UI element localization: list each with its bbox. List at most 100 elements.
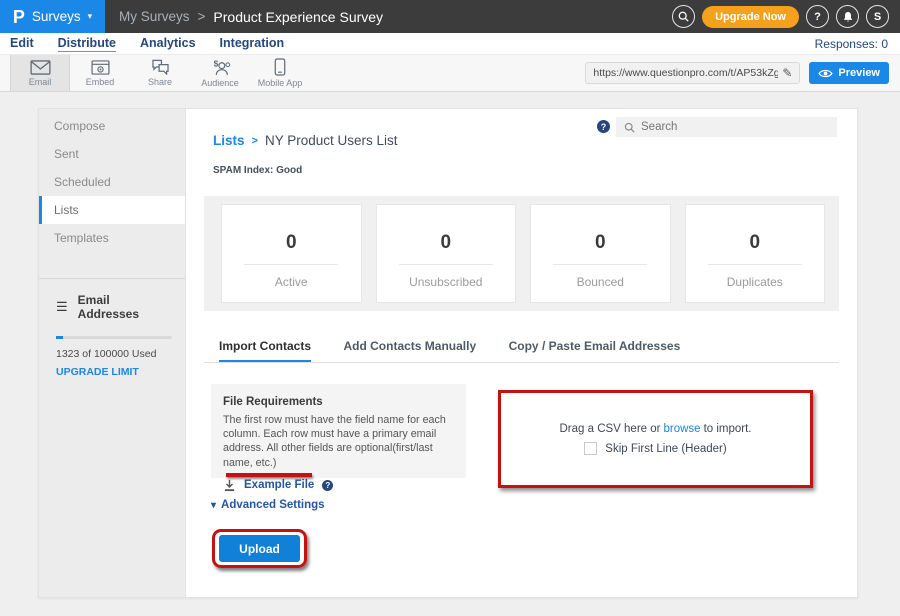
contact-tabs: Import Contacts Add Contacts Manually Co…	[204, 337, 839, 363]
bell-icon	[842, 11, 854, 23]
sidebar-item-sent[interactable]: Sent	[39, 140, 185, 168]
avatar-initial: S	[874, 11, 881, 23]
survey-url-box: ✎	[585, 62, 800, 84]
embed-icon	[91, 60, 110, 75]
divider	[399, 264, 493, 265]
stat-value: 0	[749, 232, 760, 254]
search-button[interactable]	[672, 5, 695, 28]
divider	[553, 264, 647, 265]
edit-url-icon[interactable]: ✎	[782, 67, 792, 79]
nav-item-edit[interactable]: Edit	[10, 36, 34, 51]
channel-label: Audience	[201, 78, 239, 88]
sidebar-item-scheduled[interactable]: Scheduled	[39, 168, 185, 196]
main-panel: Compose Sent Scheduled Lists Templates ☰…	[38, 108, 858, 598]
skip-first-line-checkbox[interactable]	[584, 442, 597, 455]
file-requirements-body: The first row must have the field name f…	[223, 413, 454, 470]
browse-link[interactable]: browse	[663, 423, 700, 435]
stat-card-duplicates: 0 Duplicates	[685, 204, 826, 303]
preview-button[interactable]: Preview	[809, 62, 889, 84]
notifications-button[interactable]	[836, 5, 859, 28]
usage-text: 1323 of 100000 Used	[56, 348, 172, 360]
stat-value: 0	[286, 232, 297, 254]
usage-progress-fill	[56, 336, 63, 339]
toolbar-right: ✎ Preview	[585, 55, 900, 91]
sidebar-item-lists[interactable]: Lists	[39, 196, 185, 224]
usage-progress-bar	[56, 336, 172, 339]
lists-link[interactable]: Lists	[213, 133, 245, 148]
sidebar-item-compose[interactable]: Compose	[39, 112, 185, 140]
upload-button[interactable]: Upload	[219, 535, 300, 562]
sidebar-item-templates[interactable]: Templates	[39, 224, 185, 252]
distribute-toolbar: Email Embed Share $ Audience Mobile A	[0, 55, 900, 92]
product-menu-label: Surveys	[32, 9, 81, 24]
divider	[708, 264, 802, 265]
stat-label: Unsubscribed	[409, 275, 482, 289]
file-requirements-title: File Requirements	[223, 396, 454, 408]
email-addresses-title: Email Addresses	[78, 293, 172, 321]
breadcrumb-separator: >	[198, 9, 206, 24]
nav-item-integration[interactable]: Integration	[220, 36, 285, 51]
topbar: P Surveys ▾ My Surveys > Product Experie…	[0, 0, 900, 33]
surveys-product-menu[interactable]: P Surveys ▾	[0, 0, 105, 33]
nav-item-analytics[interactable]: Analytics	[140, 36, 196, 51]
breadcrumb-separator: >	[252, 135, 258, 147]
list-detail-content: Lists > NY Product Users List ? SPAM Ind…	[186, 109, 857, 597]
search-icon	[624, 122, 635, 133]
channel-share[interactable]: Share	[130, 55, 190, 91]
spam-index: SPAM Index: Good	[213, 165, 302, 176]
email-addresses-header: ☰ Email Addresses	[56, 293, 172, 321]
email-addresses-section: ☰ Email Addresses 1323 of 100000 Used UP…	[39, 278, 185, 378]
stat-card-unsubscribed: 0 Unsubscribed	[376, 204, 517, 303]
stat-value: 0	[440, 232, 451, 254]
channel-audience[interactable]: $ Audience	[190, 55, 250, 91]
help-icon[interactable]: ?	[322, 480, 333, 491]
channel-embed[interactable]: Embed	[70, 55, 130, 91]
file-requirements-box: File Requirements The first row must hav…	[211, 384, 466, 478]
survey-nav: Edit Distribute Analytics Integration Re…	[0, 33, 900, 55]
channel-label: Email	[29, 77, 52, 87]
skip-first-line-row: Skip First Line (Header)	[584, 442, 726, 455]
page-title: Product Experience Survey	[213, 9, 383, 25]
breadcrumb-parent[interactable]: My Surveys	[119, 9, 190, 24]
search-input[interactable]	[641, 121, 829, 133]
survey-url-input[interactable]	[593, 67, 778, 79]
csv-dropzone[interactable]: Drag a CSV here orbrowseto import. Skip …	[501, 393, 810, 485]
upgrade-limit-link[interactable]: UPGRADE LIMIT	[56, 366, 172, 378]
responses-count[interactable]: Responses: 0	[815, 37, 888, 51]
svg-text:$: $	[214, 59, 219, 68]
stat-label: Duplicates	[727, 275, 783, 289]
stat-card-bounced: 0 Bounced	[530, 204, 671, 303]
sidebar-items: Compose Sent Scheduled Lists Templates	[39, 109, 185, 252]
divider	[244, 264, 338, 265]
help-button[interactable]: ?	[806, 5, 829, 28]
dropzone-text: Drag a CSV here orbrowseto import.	[559, 423, 751, 435]
nav-item-distribute[interactable]: Distribute	[58, 36, 116, 52]
tab-add-contacts-manually[interactable]: Add Contacts Manually	[343, 339, 476, 360]
contact-search-box	[616, 117, 837, 137]
list-name: NY Product Users List	[265, 133, 398, 148]
eye-icon	[818, 68, 833, 79]
example-file-link[interactable]: Example File	[244, 479, 314, 491]
search-icon	[678, 11, 689, 22]
breadcrumb: My Surveys > Product Experience Survey	[119, 9, 383, 25]
stat-label: Bounced	[577, 275, 624, 289]
caret-down-icon: ▾	[211, 500, 216, 511]
tab-import-contacts[interactable]: Import Contacts	[219, 339, 311, 362]
stat-label: Active	[275, 275, 308, 289]
avatar[interactable]: S	[866, 5, 889, 28]
list-breadcrumb: Lists > NY Product Users List	[213, 133, 398, 148]
annotation-highlight-upload: Upload	[212, 529, 307, 568]
download-icon	[223, 479, 236, 492]
channel-email[interactable]: Email	[10, 55, 70, 91]
chevron-down-icon: ▾	[88, 11, 93, 22]
channel-mobile-app[interactable]: Mobile App	[250, 55, 310, 91]
help-icon[interactable]: ?	[597, 120, 610, 133]
email-sidebar: Compose Sent Scheduled Lists Templates ☰…	[39, 109, 186, 597]
tab-copy-paste-email-addresses[interactable]: Copy / Paste Email Addresses	[509, 339, 681, 360]
channel-label: Share	[148, 77, 172, 87]
annotation-underline-example-file	[226, 473, 312, 477]
advanced-settings-toggle[interactable]: ▾ Advanced Settings	[211, 499, 325, 511]
preview-label: Preview	[838, 67, 880, 79]
upgrade-now-button[interactable]: Upgrade Now	[702, 6, 799, 28]
mobile-app-icon	[274, 58, 286, 76]
